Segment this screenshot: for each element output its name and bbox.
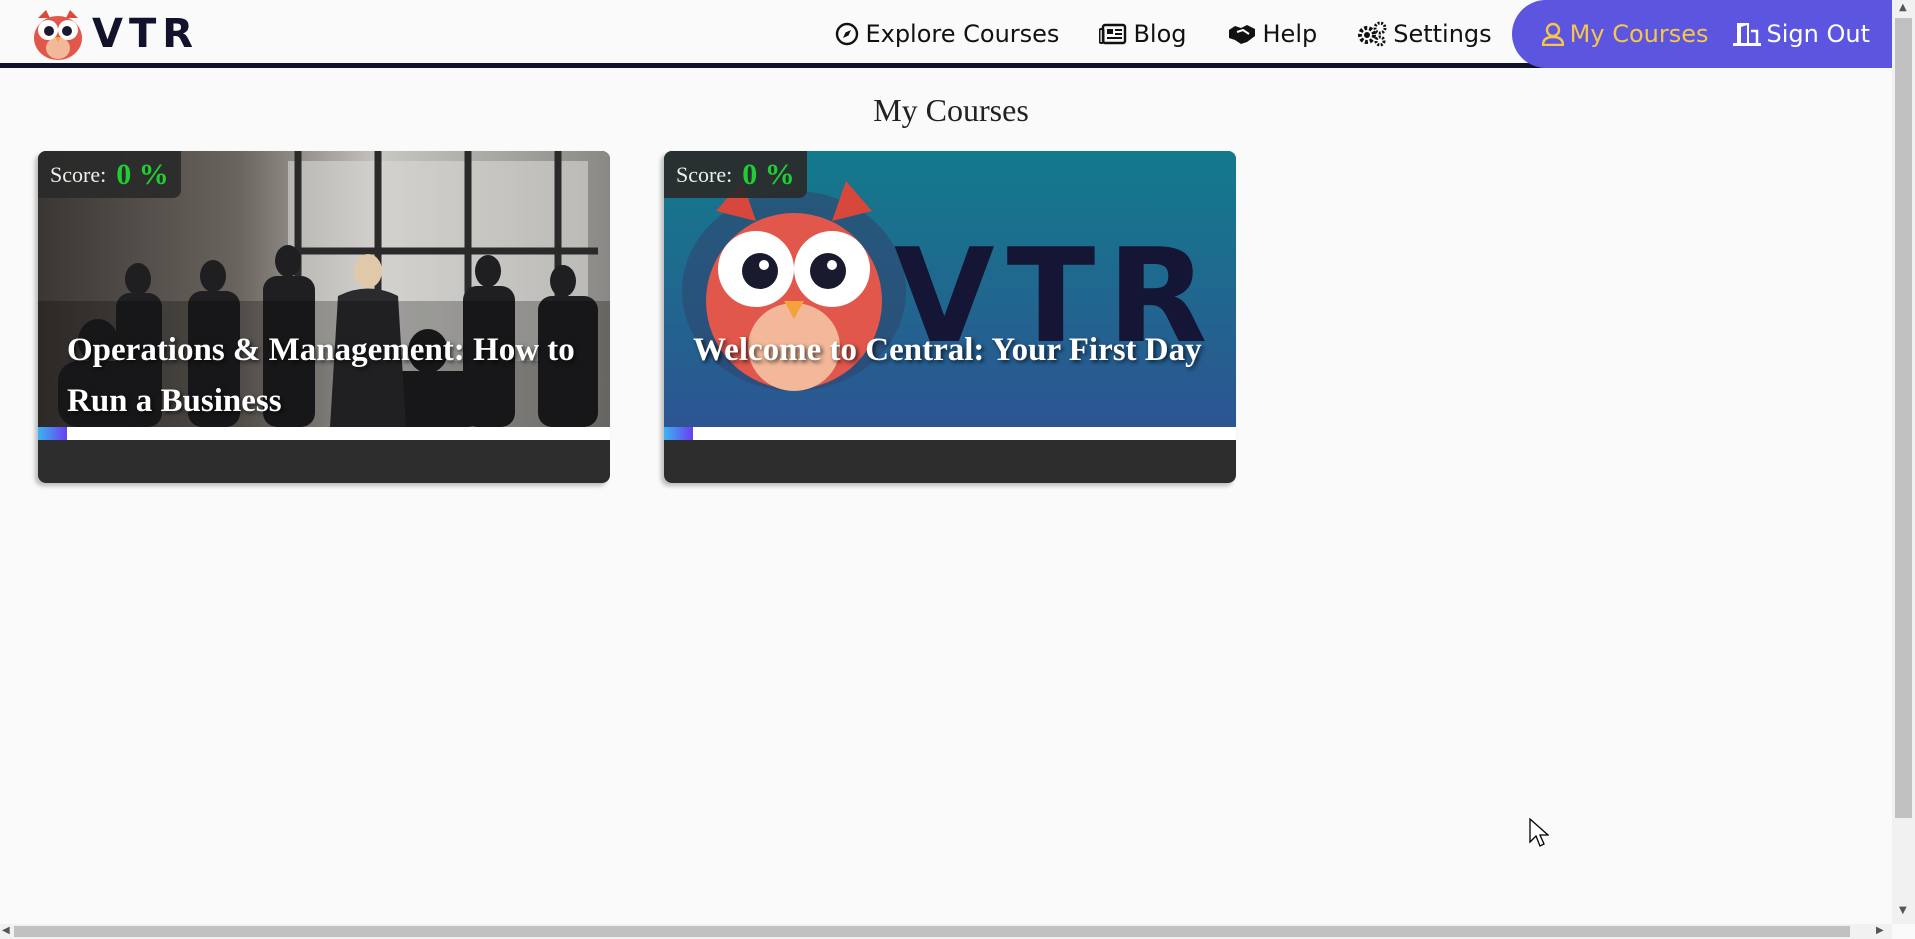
score-badge: Score: 0 % xyxy=(38,151,181,198)
nav-explore-courses[interactable]: Explore Courses xyxy=(835,20,1059,48)
user-graduate-icon xyxy=(1541,22,1564,46)
course-card-operations[interactable]: Score: 0 % Operations & Management: How … xyxy=(38,151,610,483)
score-label: Score: xyxy=(50,161,107,187)
door-exit-icon xyxy=(1732,23,1761,46)
mouse-cursor-icon xyxy=(1529,818,1549,847)
score-value: 0 % xyxy=(742,157,795,191)
nav-my-courses-label: My Courses xyxy=(1569,20,1709,48)
course-progress-bar xyxy=(38,427,610,440)
top-header: VTR Explore Courses Blog Help Settings M… xyxy=(0,0,1892,68)
course-progress-fill xyxy=(38,427,67,440)
course-progress-fill xyxy=(664,427,693,440)
compass-icon xyxy=(836,22,859,46)
nav-explore-label: Explore Courses xyxy=(865,20,1060,48)
nav-sign-out-label: Sign Out xyxy=(1766,20,1871,48)
scroll-right-arrow-icon[interactable]: ▶ xyxy=(1876,925,1884,936)
page-title: My Courses xyxy=(873,92,1029,128)
vtr-logo[interactable]: VTR xyxy=(30,6,199,62)
main-nav: Explore Courses Blog Help Settings My Co… xyxy=(835,0,1892,68)
course-title: Welcome to Central: Your First Day xyxy=(693,332,1202,368)
newspaper-icon xyxy=(1099,23,1127,45)
score-value: 0 % xyxy=(116,157,169,191)
vertical-scroll-thumb[interactable] xyxy=(1895,18,1912,818)
nav-blog[interactable]: Blog xyxy=(1099,20,1187,48)
nav-help[interactable]: Help xyxy=(1227,20,1318,48)
nav-sign-out[interactable]: Sign Out xyxy=(1731,20,1871,48)
horizontal-scroll-thumb[interactable] xyxy=(14,926,1850,937)
course-progress-bar xyxy=(664,427,1236,440)
nav-my-courses[interactable]: My Courses xyxy=(1541,20,1709,48)
logo-text: VTR xyxy=(92,11,200,57)
scroll-down-arrow-icon[interactable]: ▼ xyxy=(1899,905,1907,916)
nav-help-label: Help xyxy=(1262,20,1318,48)
course-title: Operations & Management: How to Run a Bu… xyxy=(67,332,575,419)
handshake-icon xyxy=(1228,25,1255,44)
owl-logo-icon xyxy=(34,10,82,60)
score-badge: Score: 0 % xyxy=(664,151,807,198)
course-card-welcome[interactable]: VTR Score: 0 % Welcome to Central: Your … xyxy=(664,151,1236,483)
vertical-scrollbar[interactable]: ▲ ▼ xyxy=(1892,0,1915,924)
score-label: Score: xyxy=(676,161,733,187)
user-nav-pill: My Courses Sign Out xyxy=(1511,0,1892,68)
horizontal-scrollbar[interactable]: ◀ ▶ xyxy=(0,924,1892,939)
nav-settings-label: Settings xyxy=(1393,20,1492,48)
scroll-up-arrow-icon[interactable]: ▲ xyxy=(1899,2,1907,13)
nav-blog-label: Blog xyxy=(1133,20,1187,48)
scroll-left-arrow-icon[interactable]: ◀ xyxy=(2,925,10,936)
nav-settings[interactable]: Settings xyxy=(1357,20,1492,48)
gears-icon xyxy=(1358,21,1387,47)
